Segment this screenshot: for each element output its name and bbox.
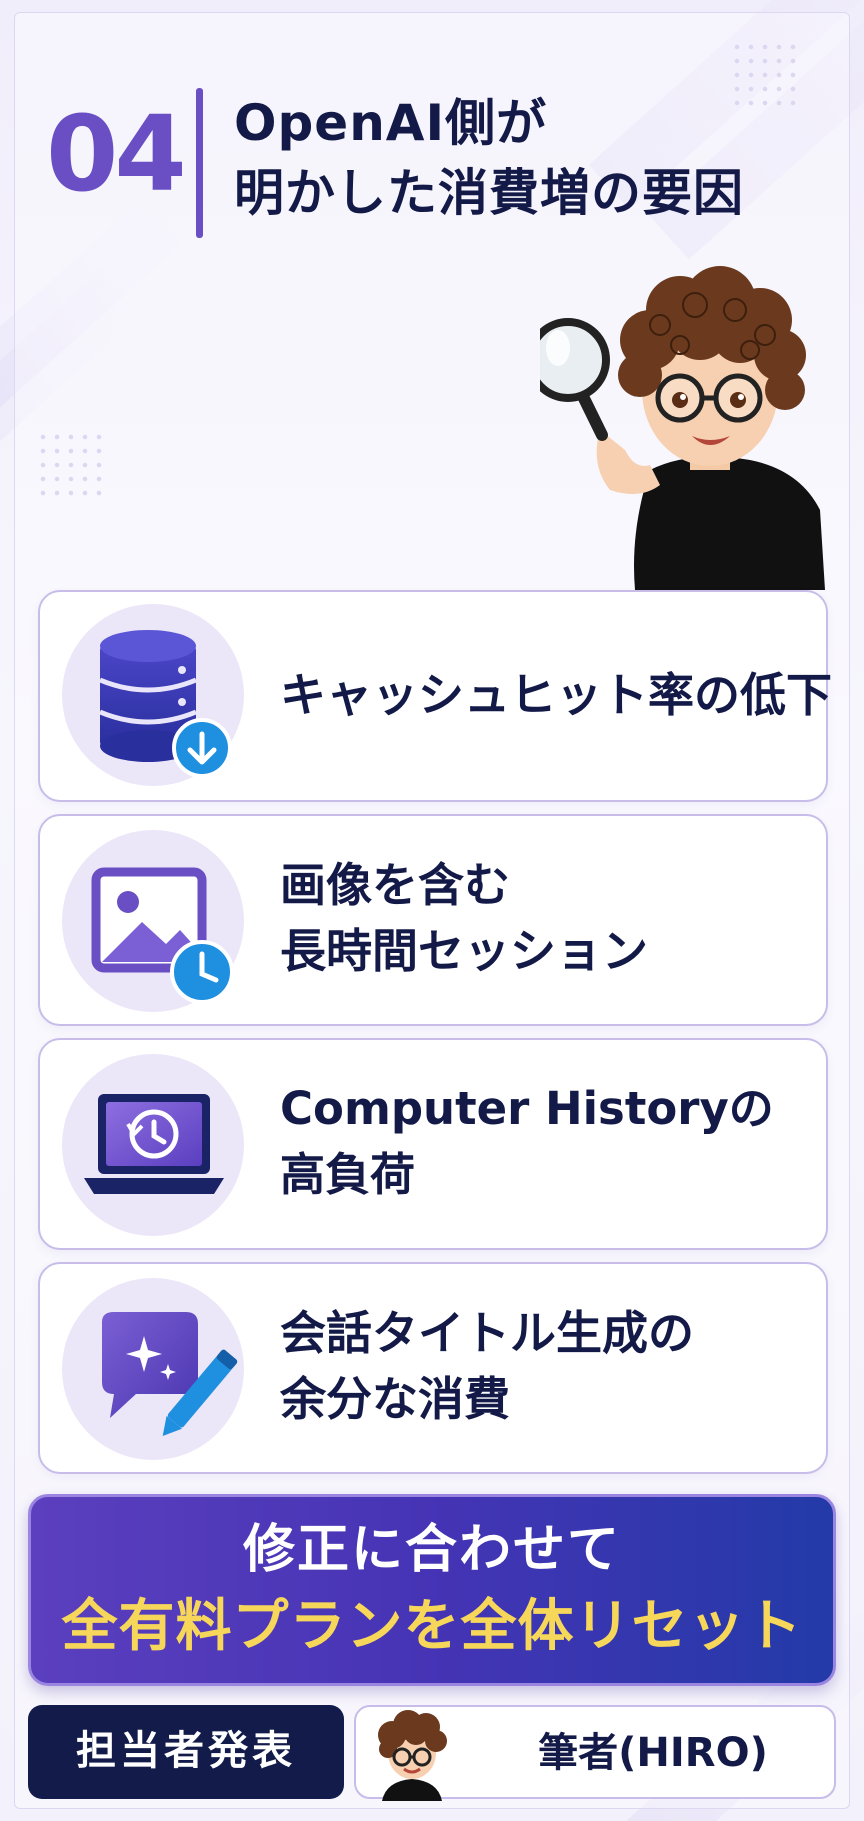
header-divider — [196, 88, 203, 238]
factor-card-cache-hit-rate: キャッシュヒット率の低下 — [38, 590, 832, 802]
detective-character-illustration — [526, 250, 840, 590]
laptop-history-icon — [62, 1054, 248, 1240]
factor-text-line-1: 画像を含む — [280, 858, 510, 912]
factor-text-line-1: 会話タイトル生成の — [280, 1306, 694, 1360]
announcer-label: 担当者発表 — [76, 1728, 296, 1774]
factor-text: 会話タイトル生成の 余分な消費 — [280, 1300, 694, 1432]
factor-card-title-generation: 会話タイトル生成の 余分な消費 — [38, 1262, 828, 1474]
banner-line-1: 修正に合わせて — [242, 1520, 621, 1580]
title-line-2: 明かした消費増の要因 — [234, 164, 744, 222]
banner-line-2: 全有料プランを全体リセット — [61, 1594, 803, 1659]
factor-card-computer-history: Computer Historyの 高負荷 — [38, 1038, 828, 1250]
factor-text: キャッシュヒット率の低下 — [280, 668, 832, 722]
factor-card-image-sessions: 画像を含む 長時間セッション — [38, 814, 828, 1026]
factor-text-line-2: 長時間セッション — [280, 924, 648, 978]
title-line-1: OpenAI側が — [234, 94, 548, 152]
factor-text: 画像を含む 長時間セッション — [280, 852, 648, 984]
factor-text-line-2: 高負荷 — [280, 1148, 416, 1201]
factor-text-line-1: Computer Historyの — [280, 1082, 774, 1135]
announcer-badge: 担当者発表 — [28, 1705, 344, 1799]
database-download-icon — [62, 604, 248, 790]
reset-announcement-banner: 修正に合わせて 全有料プランを全体リセット — [28, 1494, 836, 1686]
factor-text: Computer Historyの 高負荷 — [280, 1076, 774, 1208]
factor-text-line-2: 余分な消費 — [280, 1372, 510, 1426]
section-header: 04 OpenAI側が 明かした消費増の要因 — [38, 88, 838, 248]
chat-sparkle-pencil-icon — [62, 1278, 248, 1464]
section-number: 04 — [46, 93, 187, 215]
page-title: OpenAI側が 明かした消費増の要因 — [234, 88, 744, 228]
image-clock-icon — [62, 830, 248, 1016]
avatar — [364, 1701, 460, 1801]
author-label: 筆者(HIRO) — [538, 1730, 768, 1776]
author-badge: 筆者(HIRO) — [354, 1705, 836, 1801]
